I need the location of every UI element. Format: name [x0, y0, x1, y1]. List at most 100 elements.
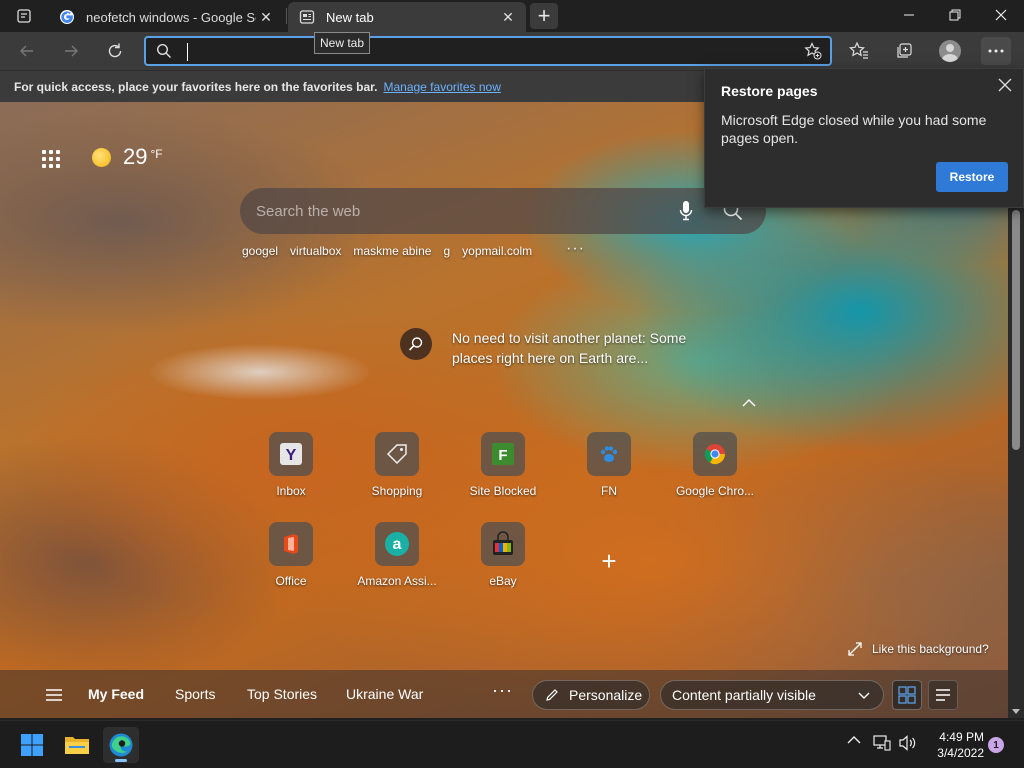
new-tab-page-icon [298, 8, 316, 26]
tile-label: Google Chro... [675, 484, 755, 498]
chevron-down-icon [857, 688, 871, 705]
more-quick-links-icon[interactable]: ··· [566, 240, 585, 258]
tab-divider [286, 8, 287, 24]
weather-widget[interactable]: 29 °F [92, 144, 163, 170]
favorites-button[interactable] [844, 37, 874, 65]
temperature: 29 [123, 144, 148, 169]
restore-popup-title: Restore pages [721, 83, 818, 99]
restore-window-button[interactable] [932, 0, 978, 30]
network-button[interactable] [872, 735, 892, 751]
address-input[interactable] [182, 41, 782, 61]
svg-text:F: F [498, 447, 507, 464]
content-visibility-dropdown[interactable]: Content partially visible [660, 680, 884, 710]
hamburger-menu-icon[interactable] [46, 688, 62, 706]
file-explorer-button[interactable] [59, 727, 95, 763]
back-button[interactable] [12, 37, 42, 65]
tile-office[interactable]: Office [246, 522, 336, 602]
microphone-icon[interactable] [678, 200, 694, 227]
start-button[interactable] [14, 727, 50, 763]
feed-tab-top-stories[interactable]: Top Stories [247, 686, 317, 702]
manage-favorites-link[interactable]: Manage favorites now [383, 80, 500, 94]
folder-icon [65, 737, 89, 754]
plus-icon: + [601, 545, 617, 576]
svg-text:a: a [393, 536, 402, 553]
volume-button[interactable] [898, 735, 918, 751]
minimize-button[interactable] [886, 0, 932, 30]
background-story[interactable]: No need to visit another planet: Some pl… [400, 328, 702, 368]
close-icon [998, 78, 1012, 92]
app-launcher-button[interactable] [40, 148, 62, 170]
feed-bar: My Feed Sports Top Stories Ukraine War ·… [0, 670, 1008, 718]
svg-text:Y: Y [286, 447, 297, 464]
profile-button[interactable] [935, 37, 965, 65]
letter-f-icon: F [481, 432, 525, 476]
system-clock[interactable]: 4:49 PM 3/4/2022 [930, 729, 984, 761]
like-background-link[interactable]: Like this background? [848, 642, 989, 656]
quick-link[interactable]: googel [242, 244, 278, 258]
tile-site-blocked[interactable]: F Site Blocked [458, 432, 548, 512]
favorites-icon [849, 41, 868, 59]
tile-amazon-assistant[interactable]: a Amazon Assi... [352, 522, 442, 602]
refresh-button[interactable] [100, 37, 130, 65]
edge-icon [109, 733, 133, 757]
tile-google-chrome[interactable]: Google Chro... [670, 432, 760, 512]
temperature-unit: °F [150, 147, 163, 161]
tab-actions-button[interactable] [8, 4, 40, 28]
add-site-button[interactable]: + [594, 546, 624, 576]
close-tab-icon[interactable]: ✕ [498, 7, 518, 27]
more-horizontal-icon [988, 49, 1004, 53]
feed-tab-ukraine-war[interactable]: Ukraine War [346, 686, 423, 702]
tile-label: FN [601, 484, 617, 498]
quick-link[interactable]: g [443, 244, 450, 258]
tab-neofetch[interactable]: neofetch windows - Google Sear ✕ [48, 2, 284, 32]
close-tab-icon[interactable]: ✕ [256, 7, 276, 27]
restore-button[interactable]: Restore [936, 162, 1008, 192]
web-search-box[interactable] [240, 188, 766, 234]
address-bar[interactable] [144, 36, 832, 66]
scrollbar-thumb[interactable] [1012, 210, 1020, 450]
shopping-bag-icon [481, 522, 525, 566]
list-view-button[interactable] [928, 680, 958, 710]
tile-label: eBay [489, 574, 517, 588]
tile-label: Site Blocked [469, 484, 537, 498]
chrome-icon [693, 432, 737, 476]
close-popup-button[interactable] [995, 75, 1015, 95]
collapse-tiles-icon[interactable] [742, 394, 756, 410]
tile-fn[interactable]: FN [564, 432, 654, 512]
quick-link[interactable]: maskme abine [353, 244, 431, 258]
personalize-button[interactable]: Personalize [532, 680, 650, 710]
tile-ebay[interactable]: eBay [458, 522, 548, 602]
avatar [939, 40, 961, 62]
collections-button[interactable] [889, 37, 919, 65]
search-icon [156, 43, 172, 64]
close-window-button[interactable] [978, 0, 1024, 30]
list-icon [936, 689, 950, 701]
edge-taskbar-button[interactable] [103, 727, 139, 763]
pencil-icon [546, 689, 558, 701]
forward-button[interactable] [56, 37, 86, 65]
grid-view-button[interactable] [892, 680, 922, 710]
web-search-input[interactable] [256, 200, 656, 222]
feed-tab-sports[interactable]: Sports [175, 686, 215, 702]
more-feed-tabs-icon[interactable]: ··· [492, 680, 513, 701]
scroll-down-icon[interactable] [1012, 709, 1020, 714]
minimize-icon [904, 14, 914, 16]
notification-badge[interactable]: 1 [988, 737, 1004, 753]
chevron-up-icon [847, 736, 861, 744]
taskbar: 4:49 PM 3/4/2022 1 [0, 720, 1024, 768]
paw-icon [587, 432, 631, 476]
tab-title: New tab [326, 9, 374, 25]
tile-shopping[interactable]: Shopping [352, 432, 442, 512]
show-hidden-icons-button[interactable] [846, 735, 862, 745]
add-favorite-button[interactable] [804, 42, 822, 65]
sun-icon [92, 147, 111, 167]
quick-link[interactable]: yopmail.colm [462, 244, 532, 258]
yahoo-icon: Y [269, 432, 313, 476]
tile-inbox[interactable]: Y Inbox [246, 432, 336, 512]
restore-pages-popup: Restore pages Microsoft Edge closed whil… [704, 68, 1024, 208]
quick-link[interactable]: virtualbox [290, 244, 341, 258]
tab-new-tab[interactable]: New tab ✕ [288, 2, 526, 32]
feed-tab-my-feed[interactable]: My Feed [88, 686, 144, 702]
new-tab-button[interactable]: + [530, 3, 558, 29]
settings-menu-button[interactable] [981, 37, 1011, 65]
